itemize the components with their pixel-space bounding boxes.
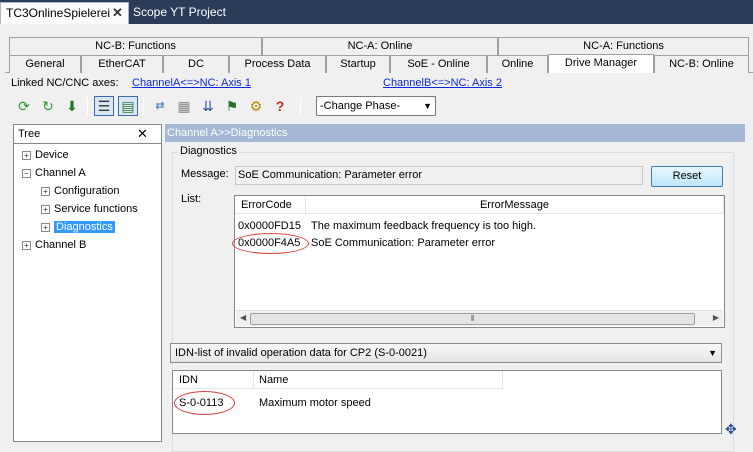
tab-process-data[interactable]: Process Data <box>229 55 326 73</box>
expand-icon[interactable]: + <box>22 150 31 160</box>
highlight-ellipse <box>174 391 235 415</box>
scroll-right-icon[interactable]: ▶ <box>713 313 719 322</box>
column-header-errorcode[interactable]: ErrorCode <box>235 196 306 214</box>
tree-item-configuration[interactable]: + Configuration <box>41 183 119 199</box>
reset-button[interactable]: Reset <box>651 166 723 187</box>
tab-nc-a-online[interactable]: NC-A: Online <box>262 37 498 55</box>
tab-drive-manager[interactable]: Drive Manager <box>548 54 654 73</box>
table-row[interactable]: S-0-0113 Maximum motor speed <box>173 395 721 412</box>
close-icon[interactable]: ✕ <box>137 126 148 142</box>
tab-dc[interactable]: DC <box>163 55 229 73</box>
table-icon[interactable]: ▦ <box>174 96 194 116</box>
tab-nc-b-functions[interactable]: NC-B: Functions <box>9 37 262 55</box>
tab-general[interactable]: General <box>9 55 81 73</box>
change-phase-value: -Change Phase- <box>320 100 401 112</box>
toolbar-separator <box>143 97 144 115</box>
tree-title: Tree <box>18 128 41 140</box>
idn-list-value: IDN-list of invalid operation data for C… <box>175 347 427 359</box>
doc-tab-active[interactable]: TC3OnlineSpielerei ✕ <box>0 2 129 24</box>
message-field: SoE Communication: Parameter error <box>235 166 643 185</box>
chevron-down-icon: ▼ <box>423 101 432 111</box>
error-message: The maximum feedback frequency is too hi… <box>311 220 537 232</box>
linked-axes-label: Linked NC/CNC axes: <box>11 77 119 89</box>
refresh-icon[interactable]: ⟳ <box>14 96 34 116</box>
message-label: Message: <box>181 168 229 180</box>
toolbar: ⟳ ↻ ⬇ ☰ ▤ ⇄ ▦ ⇊ ⚑ ⚙ ? -Change Phase- ▼ <box>11 94 744 120</box>
toolbar-separator <box>87 97 88 115</box>
tab-soe-online[interactable]: SoE - Online <box>390 55 487 73</box>
help-icon[interactable]: ? <box>270 96 290 116</box>
idn-list[interactable]: IDN Name S-0-0113 Maximum motor speed <box>172 370 722 434</box>
tab-startup[interactable]: Startup <box>326 55 390 73</box>
column-header-errormessage[interactable]: ErrorMessage <box>306 196 724 214</box>
tools-icon[interactable]: ⚙ <box>246 96 266 116</box>
tree-item-diagnostics[interactable]: + Diagnostics <box>41 219 115 235</box>
channel-b-link[interactable]: ChannelB<=>NC: Axis 2 <box>383 77 502 89</box>
column-header-name[interactable]: Name <box>254 371 503 389</box>
channel-a-link[interactable]: ChannelA<=>NC: Axis 1 <box>132 77 251 89</box>
move-icon[interactable]: ✥ <box>725 421 737 438</box>
tab-row-top: NC-B: Functions NC-A: Online NC-A: Funct… <box>9 37 749 55</box>
split-view-icon[interactable]: ▤ <box>118 96 138 116</box>
error-message: SoE Communication: Parameter error <box>311 237 496 249</box>
expand-icon[interactable]: + <box>41 186 50 196</box>
collapse-icon[interactable]: − <box>22 168 31 178</box>
tab-row-bottom: General EtherCAT DC Process Data Startup… <box>9 54 749 73</box>
change-phase-dropdown[interactable]: -Change Phase- ▼ <box>316 96 436 116</box>
expand-icon[interactable]: + <box>41 222 50 232</box>
doc-tab-inactive[interactable]: Scope YT Project <box>133 5 226 19</box>
highlight-ellipse <box>232 233 309 254</box>
tab-nc-a-functions[interactable]: NC-A: Functions <box>498 37 749 55</box>
document-tab-bar: TC3OnlineSpielerei ✕ Scope YT Project <box>0 0 753 24</box>
compare-icon[interactable]: ⇄ <box>150 96 170 116</box>
chevron-down-icon: ▼ <box>708 348 717 358</box>
idn-list-dropdown[interactable]: IDN-list of invalid operation data for C… <box>170 343 722 363</box>
table-row[interactable]: 0x0000FD15 The maximum feedback frequenc… <box>235 218 724 235</box>
expand-icon[interactable]: + <box>41 204 50 214</box>
doc-tab-active-label: TC3OnlineSpielerei <box>6 6 111 20</box>
list-label: List: <box>181 193 202 205</box>
error-list[interactable]: ErrorCode ErrorMessage 0x0000FD15 The ma… <box>232 195 725 328</box>
tree-item-channel-a[interactable]: − Channel A <box>22 165 86 181</box>
horizontal-scrollbar[interactable]: ◀ ⦀ ▶ <box>236 310 723 326</box>
close-icon[interactable]: ✕ <box>112 5 123 21</box>
download-icon[interactable]: ⬇ <box>62 96 82 116</box>
reload-icon[interactable]: ↻ <box>38 96 58 116</box>
group-label: Diagnostics <box>178 145 239 157</box>
column-header-idn[interactable]: IDN <box>173 371 254 389</box>
tree-header: Tree ✕ <box>14 125 161 144</box>
expand-icon[interactable]: + <box>22 240 31 250</box>
tab-nc-b-online[interactable]: NC-B: Online <box>654 55 749 73</box>
tree-view-icon[interactable]: ☰ <box>94 96 114 116</box>
toolbar-separator <box>300 97 301 115</box>
tree-item-device[interactable]: + Device <box>22 147 69 163</box>
scroll-left-icon[interactable]: ◀ <box>240 313 246 322</box>
tree-panel: Tree ✕ + Device − Channel A + Configuration… <box>13 124 162 442</box>
tab-online[interactable]: Online <box>487 55 548 73</box>
idn-name: Maximum motor speed <box>259 397 371 409</box>
wizard-icon[interactable]: ⚑ <box>222 96 242 116</box>
tab-ethercat[interactable]: EtherCAT <box>81 55 163 73</box>
tree-item-service-functions[interactable]: + Service functions <box>41 201 138 217</box>
scroll-thumb[interactable]: ⦀ <box>250 313 695 325</box>
tree-item-channel-b[interactable]: + Channel B <box>22 237 86 253</box>
import-icon[interactable]: ⇊ <box>198 96 218 116</box>
panel-header: Channel A>>Diagnostics <box>165 124 745 142</box>
